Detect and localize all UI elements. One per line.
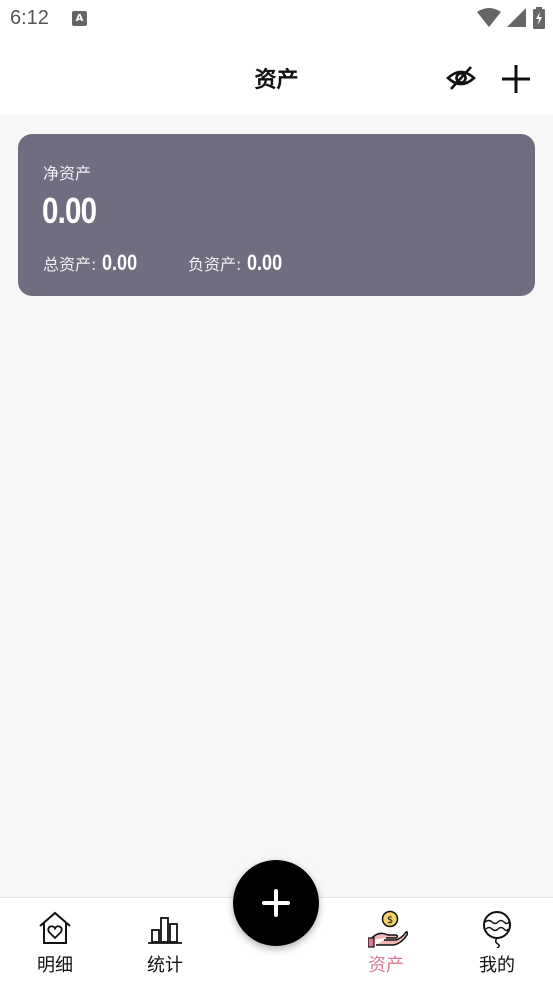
hand-coin-icon: $: [368, 910, 408, 948]
house-heart-icon: [39, 911, 71, 944]
signal-icon: [507, 8, 526, 27]
net-assets-card[interactable]: 净资产 0.00 总资产: 0.00 负资产: 0.00: [18, 134, 535, 296]
balloon-icon: [483, 911, 511, 948]
toggle-visibility-button[interactable]: [444, 64, 478, 92]
tab-mine[interactable]: 我的: [442, 898, 552, 984]
liabilities: 负资产: 0.00: [188, 250, 290, 276]
liabilities-label: 负资产:: [188, 255, 242, 274]
svg-text:$: $: [387, 915, 393, 926]
header: 资产: [0, 38, 553, 115]
tab-assets[interactable]: $ 资产: [331, 898, 441, 984]
tab-details[interactable]: 明细: [0, 898, 110, 984]
status-time: 6:12: [10, 7, 49, 29]
tab-details-label: 明细: [37, 955, 73, 976]
notification-a-icon: A: [72, 11, 87, 26]
net-assets-label: 净资产: [43, 164, 92, 183]
tab-assets-label: 资产: [368, 955, 404, 976]
status-icons: [477, 7, 545, 29]
net-assets-value: 0.00: [42, 190, 97, 231]
wifi-icon: [477, 8, 501, 27]
total-assets: 总资产: 0.00: [43, 250, 145, 276]
eye-slash-icon: [446, 66, 476, 90]
tab-statistics[interactable]: 统计: [110, 898, 220, 984]
plus-icon: [262, 889, 290, 917]
bar-chart-icon: [148, 917, 182, 944]
status-bar: 6:12 A: [0, 0, 553, 38]
tab-statistics-label: 统计: [147, 955, 183, 976]
total-assets-label: 总资产:: [43, 255, 97, 274]
tab-mine-label: 我的: [479, 955, 515, 976]
battery-icon: [533, 7, 545, 29]
liabilities-value: 0.00: [247, 250, 283, 275]
add-account-button[interactable]: [499, 62, 533, 96]
plus-icon: [502, 65, 530, 93]
add-record-button[interactable]: [233, 860, 319, 946]
total-assets-value: 0.00: [102, 250, 138, 275]
